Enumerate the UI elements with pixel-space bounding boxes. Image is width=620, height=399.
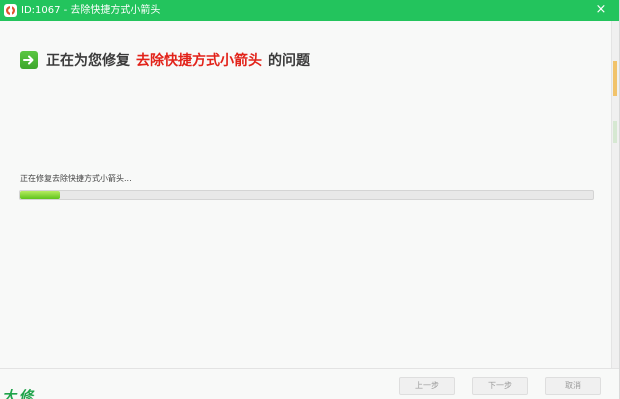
window-title: ID:1067 - 去除快捷方式小箭头 xyxy=(21,5,161,16)
page-heading: 正在为您修复 去除快捷方式小箭头 的问题 xyxy=(20,50,310,70)
heading-suffix: 的问题 xyxy=(268,53,310,69)
progress-bar xyxy=(19,190,594,200)
edge-mark xyxy=(613,61,617,96)
footer-bar: 大 修 上一步 下一步 取消 xyxy=(0,368,619,399)
lifebuoy-icon xyxy=(4,4,17,17)
edge-mark xyxy=(613,121,617,143)
background-window-edge xyxy=(611,21,619,399)
next-step-button[interactable]: 下一步 xyxy=(472,377,528,395)
previous-step-button[interactable]: 上一步 xyxy=(399,377,455,395)
right-arrow-icon xyxy=(20,51,38,69)
cancel-button[interactable]: 取消 xyxy=(545,377,601,395)
progress-fill xyxy=(20,191,61,199)
heading-text: 正在为您修复 去除快捷方式小箭头 的问题 xyxy=(46,50,310,70)
heading-prefix: 正在为您修复 xyxy=(46,53,130,69)
progress-status: 正在修复去除快捷方式小箭头... xyxy=(20,174,132,183)
close-button[interactable]: × xyxy=(592,1,610,19)
title-bar[interactable]: ID:1067 - 去除快捷方式小箭头 × xyxy=(0,0,619,21)
repair-window: ID:1067 - 去除快捷方式小箭头 × 正在为您修复 去除快捷方式小箭头 的问题… xyxy=(0,0,620,399)
brand-logo: 大 修 xyxy=(2,389,33,399)
heading-highlight: 去除快捷方式小箭头 xyxy=(136,53,262,69)
